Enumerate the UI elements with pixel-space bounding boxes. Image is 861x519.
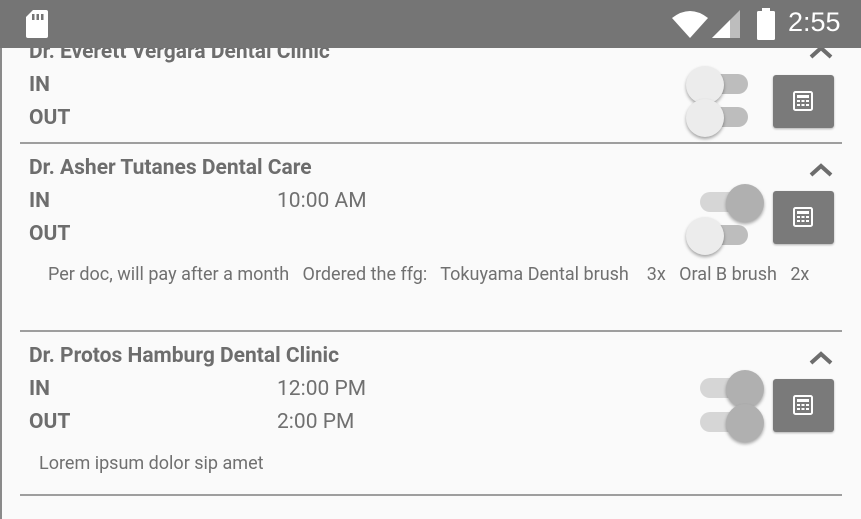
in-label: IN: [29, 73, 50, 97]
clinic-list[interactable]: Dr. Everett Vergara Dental Clinic IN OUT…: [0, 0, 861, 519]
calculator-icon: [793, 207, 813, 227]
calculator-icon: [793, 395, 813, 415]
in-toggle[interactable]: [686, 184, 766, 222]
status-time: 2:55: [788, 7, 841, 37]
calculator-button[interactable]: [773, 75, 834, 128]
clinic-card: Dr. Protos Hamburg Dental Clinic IN 12:0…: [0, 332, 861, 494]
calculator-button[interactable]: [773, 379, 834, 432]
clinic-name: Dr. Protos Hamburg Dental Clinic: [29, 344, 340, 368]
clinic-card: Dr. Asher Tutanes Dental Care IN 10:00 A…: [0, 144, 861, 330]
clinic-note: Per doc, will pay after a month Ordered …: [48, 264, 810, 285]
status-bar: 2:55: [0, 0, 861, 48]
out-toggle[interactable]: [686, 99, 766, 137]
out-label: OUT: [29, 222, 71, 246]
in-toggle[interactable]: [686, 370, 766, 408]
out-label: OUT: [29, 410, 71, 434]
out-time: 2:00 PM: [277, 410, 355, 434]
calculator-icon: [793, 91, 813, 111]
clinic-name: Dr. Asher Tutanes Dental Care: [29, 156, 312, 180]
out-toggle[interactable]: [686, 217, 766, 255]
clinic-note: Lorem ipsum dolor sip amet: [39, 453, 264, 474]
in-time: 12:00 PM: [277, 377, 367, 401]
in-toggle[interactable]: [686, 66, 766, 104]
chevron-up-icon[interactable]: [809, 350, 833, 369]
list-edge: [0, 48, 2, 519]
sd-card-icon: [26, 10, 48, 42]
calculator-button[interactable]: [773, 191, 834, 244]
out-toggle[interactable]: [686, 404, 766, 442]
in-label: IN: [29, 377, 50, 401]
out-label: OUT: [29, 106, 71, 130]
in-label: IN: [29, 189, 50, 213]
card-divider: [20, 494, 842, 496]
in-time: 10:00 AM: [277, 189, 367, 213]
wifi-icon: [672, 10, 708, 42]
signal-icon: [712, 10, 740, 42]
chevron-up-icon[interactable]: [809, 162, 833, 181]
battery-icon: [757, 8, 775, 44]
